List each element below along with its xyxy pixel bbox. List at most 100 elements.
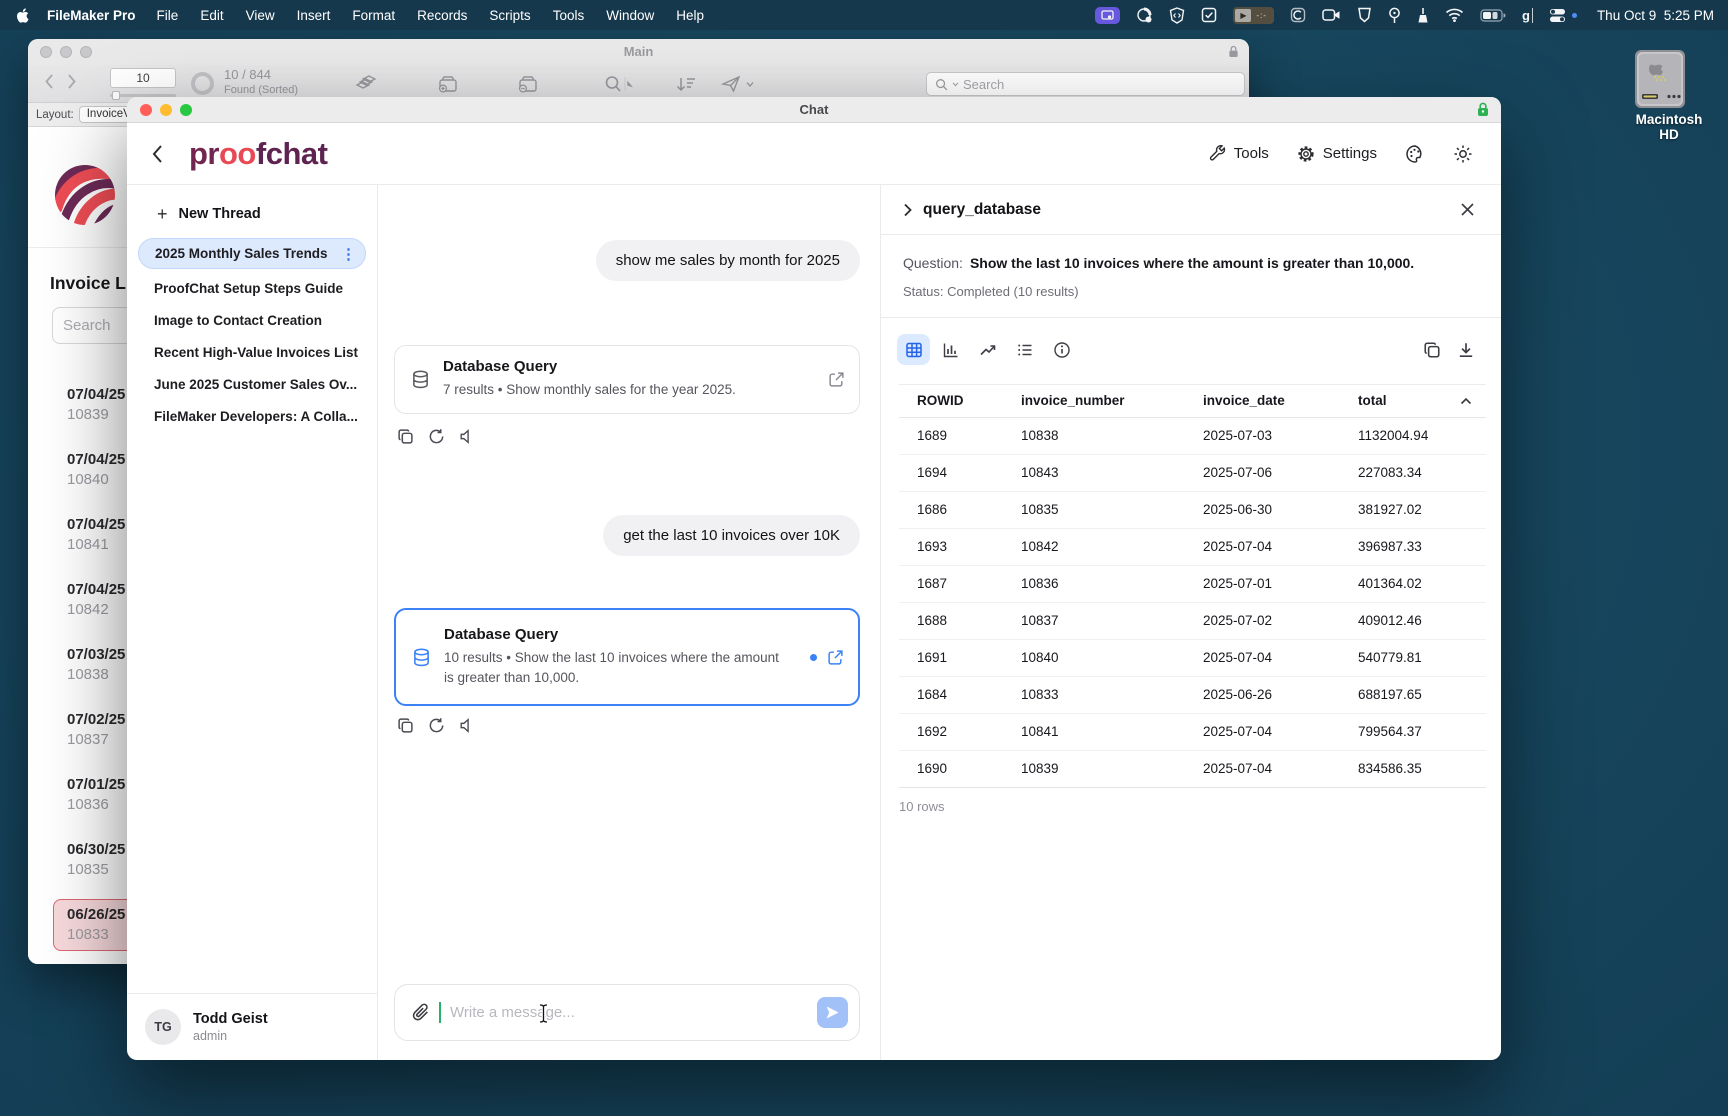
table-view-button[interactable] [897,334,930,365]
table-row[interactable]: 1689108382025-07-031132004.94 [899,417,1486,454]
close-panel-icon[interactable] [1460,202,1475,217]
sort-ascending-icon[interactable] [1460,397,1472,405]
table-row[interactable]: 1694108432025-07-06227083.34 [899,454,1486,491]
camera-c-icon[interactable] [1290,7,1306,23]
send-button[interactable] [817,997,848,1028]
menu-format[interactable]: Format [341,8,406,23]
screen-mirroring-icon[interactable] [1136,7,1153,24]
cleaner-brush-icon[interactable] [1417,7,1429,24]
menu-records[interactable]: Records [406,8,478,23]
column-header-invoice_date[interactable]: invoice_date [1203,385,1358,417]
quick-find-box[interactable] [926,72,1245,96]
light-mode-sun-icon[interactable] [1453,144,1473,164]
quick-find-input[interactable] [963,77,1236,92]
thread-item[interactable]: ProofChat Setup Steps Guide [127,272,377,304]
database-query-card-selected[interactable]: Database Query 10 results • Show the las… [394,608,860,706]
filemaker-titlebar[interactable]: Main [28,39,1249,65]
table-row[interactable]: 1686108352025-06-30381927.02 [899,491,1486,528]
apple-menu-icon[interactable] [16,7,31,24]
macintosh-hd-shortcut[interactable]: Macintosh HD [1629,50,1709,142]
line-chart-view-button[interactable] [971,334,1004,365]
current-user[interactable]: TG Todd Geist admin [127,993,377,1060]
copy-results-icon[interactable] [1423,341,1441,359]
dev-shield-icon[interactable] [1169,7,1185,24]
location-pin-icon[interactable] [1388,7,1401,24]
tasks-check-icon[interactable] [1201,7,1217,23]
settings-button[interactable]: Settings [1297,145,1377,163]
new-thread-button[interactable]: + New Thread [127,185,377,235]
chat-titlebar[interactable]: Chat [127,97,1501,123]
speak-icon[interactable] [459,428,474,445]
table-row[interactable]: 1687108362025-07-01401364.02 [899,565,1486,602]
previous-record-button[interactable] [44,73,54,90]
find-button[interactable] [603,74,633,94]
shape-shield-icon[interactable] [1357,7,1372,23]
results-table[interactable]: ROWIDinvoice_numberinvoice_datetotal 168… [899,385,1486,787]
menu-help[interactable]: Help [665,8,715,23]
menu-view[interactable]: View [235,8,286,23]
thread-item[interactable]: 2025 Monthly Sales Trends⋮ [138,238,366,269]
bar-chart-view-button[interactable] [934,334,967,365]
menu-insert[interactable]: Insert [286,8,342,23]
table-row[interactable]: 1692108412025-07-04799564.37 [899,713,1486,750]
grammarly-icon[interactable]: g [1522,8,1533,23]
list-view-button[interactable] [1008,334,1041,365]
download-results-icon[interactable] [1457,341,1475,359]
menu-window[interactable]: Window [595,8,665,23]
open-result-icon[interactable] [827,649,844,666]
database-query-card[interactable]: Database Query 7 results • Show monthly … [394,345,860,414]
record-number-field[interactable]: 10 [110,68,176,88]
table-row[interactable]: 1684108332025-06-26688197.65 [899,676,1486,713]
open-result-icon[interactable] [828,371,845,388]
table-cell: 2025-07-01 [1203,565,1358,602]
battery-icon[interactable] [1480,9,1506,22]
screen-recording-icon[interactable] [1095,7,1120,24]
thread-item[interactable]: FileMaker Developers: A Colla... [127,400,377,432]
delete-record-button[interactable] [516,74,540,94]
regenerate-icon[interactable] [428,717,445,734]
table-row[interactable]: 1690108392025-07-04834586.35 [899,750,1486,787]
column-header-total[interactable]: total [1358,385,1486,417]
wifi-icon[interactable] [1445,8,1464,22]
menu-app-name[interactable]: FileMaker Pro [37,8,146,23]
column-header-ROWID[interactable]: ROWID [899,385,1021,417]
attachment-icon[interactable] [411,1003,430,1023]
tools-button[interactable]: Tools [1209,145,1269,162]
column-header-invoice_number[interactable]: invoice_number [1021,385,1203,417]
thread-item[interactable]: Image to Contact Creation [127,304,377,336]
copy-icon[interactable] [397,717,414,734]
theme-palette-icon[interactable] [1405,144,1425,164]
next-record-button[interactable] [67,73,77,90]
control-toggles-icon[interactable] [1549,8,1566,23]
thread-item[interactable]: Recent High-Value Invoices List [127,336,377,368]
message-input[interactable] [450,1004,808,1021]
info-button[interactable] [1045,334,1078,365]
user-name: Todd Geist [193,1011,268,1027]
table-row[interactable]: 1693108422025-07-04396987.33 [899,528,1486,565]
table-row[interactable]: 1688108372025-07-02409012.46 [899,602,1486,639]
sort-button[interactable] [673,74,697,94]
back-button[interactable] [151,144,163,164]
table-cell: 2025-07-04 [1203,713,1358,750]
found-set-pie-icon[interactable] [191,72,214,95]
new-record-button[interactable] [436,74,460,94]
menu-file[interactable]: File [146,8,190,23]
thread-item[interactable]: June 2025 Customer Sales Ov... [127,368,377,400]
show-all-button[interactable] [355,74,377,94]
menu-edit[interactable]: Edit [189,8,234,23]
menubar-clock[interactable]: Thu Oct 9 5:25 PM [1597,8,1714,23]
regenerate-icon[interactable] [428,428,445,445]
proofchat-logo: proofchat [189,136,327,172]
expand-chevron-icon[interactable] [903,203,912,217]
share-button[interactable] [720,74,756,94]
menu-tools[interactable]: Tools [542,8,596,23]
now-playing-icon[interactable]: ▶-:- [1233,7,1274,24]
speak-icon[interactable] [459,717,474,734]
thread-menu-kebab-icon[interactable]: ⋮ [341,245,356,263]
copy-icon[interactable] [397,428,414,445]
message-composer[interactable] [394,984,860,1041]
table-row[interactable]: 1691108402025-07-04540779.81 [899,639,1486,676]
video-camera-icon[interactable] [1322,8,1341,22]
menu-scripts[interactable]: Scripts [478,8,541,23]
card-title: Database Query [443,358,736,375]
